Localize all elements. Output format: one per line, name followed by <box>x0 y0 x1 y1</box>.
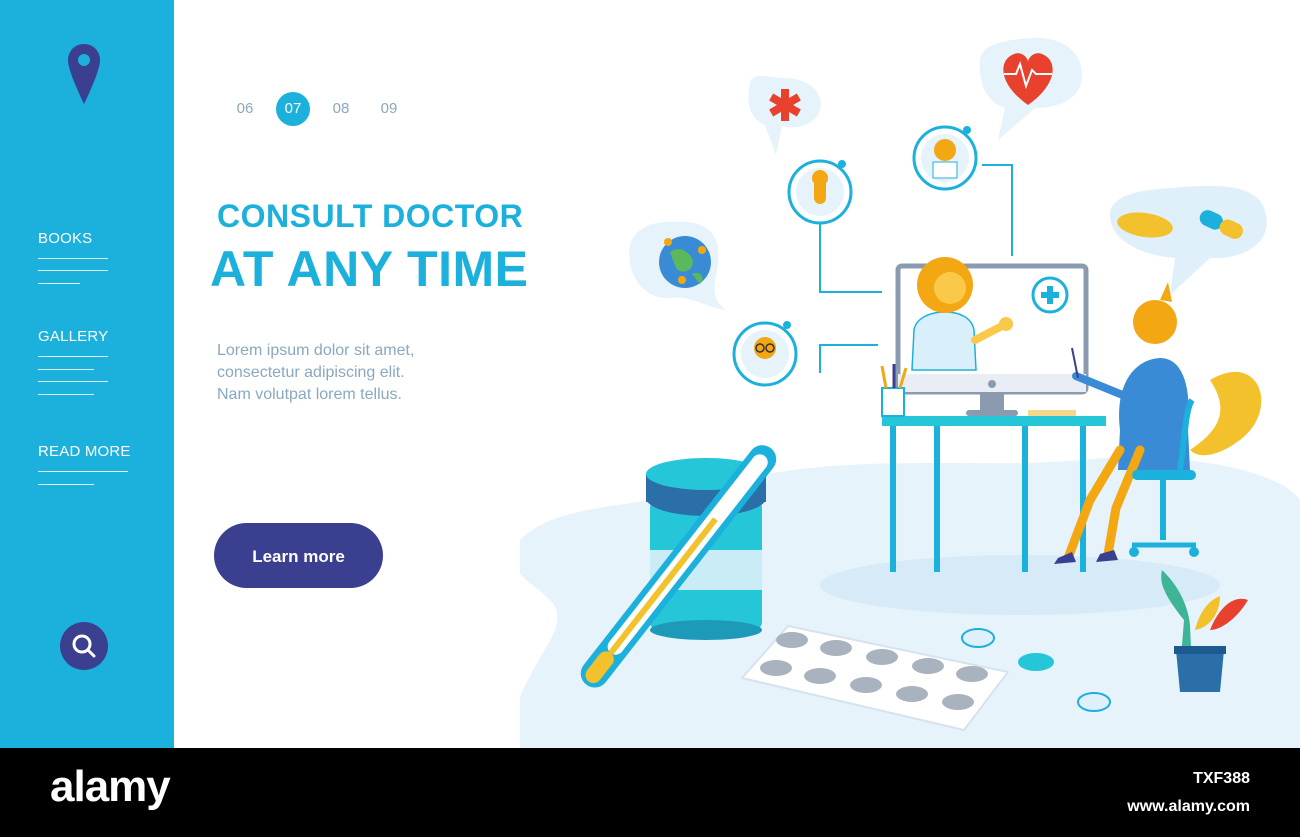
connector-line <box>819 344 878 373</box>
desk-top <box>882 416 1106 426</box>
speech-bubble <box>1110 185 1267 295</box>
nav-item-gallery[interactable]: GALLERY <box>38 328 108 345</box>
floor-shadow <box>820 555 1220 615</box>
nav-divider <box>38 394 94 395</box>
page-07-active[interactable]: 07 <box>276 92 310 126</box>
nav-divider <box>38 258 108 259</box>
search-button[interactable] <box>60 622 108 670</box>
hero-title-line1: CONSULT DOCTOR <box>217 198 524 234</box>
nav-divider <box>38 381 108 382</box>
doctor-avatar-deer <box>787 159 853 225</box>
search-icon <box>72 634 96 658</box>
nav-divider <box>38 484 94 485</box>
connector-line <box>982 164 1013 256</box>
page-08[interactable]: 08 <box>324 92 358 126</box>
monitor-stand <box>980 392 1004 412</box>
learn-more-button[interactable]: Learn more <box>214 523 383 588</box>
image-id: TXF388 <box>1193 770 1250 787</box>
doctor-avatar-bull <box>912 125 978 191</box>
hero-body: Lorem ipsum dolor sit amet, consectetur … <box>217 340 477 406</box>
nav-divider <box>38 270 108 271</box>
connector-line <box>819 220 882 293</box>
loose-pill <box>961 628 995 648</box>
nav-divider <box>38 356 108 357</box>
nav-divider <box>38 283 80 284</box>
loose-pill <box>1018 653 1054 671</box>
pagination: 06 07 08 09 <box>228 92 420 126</box>
sidebar: BOOKS GALLERY READ MORE <box>0 0 174 748</box>
hero-body-line: Lorem ipsum dolor sit amet, <box>217 342 415 359</box>
footer-bar <box>0 748 1300 837</box>
nav-item-read-more[interactable]: READ MORE <box>38 443 131 460</box>
brand-logo: alamy <box>50 762 171 811</box>
pencil-cup <box>881 387 905 417</box>
location-pin-icon[interactable] <box>66 42 102 108</box>
loose-pill <box>1077 692 1111 712</box>
page-09[interactable]: 09 <box>372 92 406 126</box>
doctor-avatar-cat <box>732 321 798 387</box>
page-06[interactable]: 06 <box>228 92 262 126</box>
hero-body-line: consectetur adipiscing elit. <box>217 364 405 381</box>
hero-title-line2: AT ANY TIME <box>210 241 529 297</box>
nav-divider <box>38 471 128 472</box>
telemedicine-illustration <box>520 37 1300 748</box>
nav-item-books[interactable]: BOOKS <box>38 230 92 247</box>
brand-url: www.alamy.com <box>1127 798 1250 815</box>
hero-body-line: Nam volutpat lorem tellus. <box>217 386 402 403</box>
nav-divider <box>38 369 94 370</box>
